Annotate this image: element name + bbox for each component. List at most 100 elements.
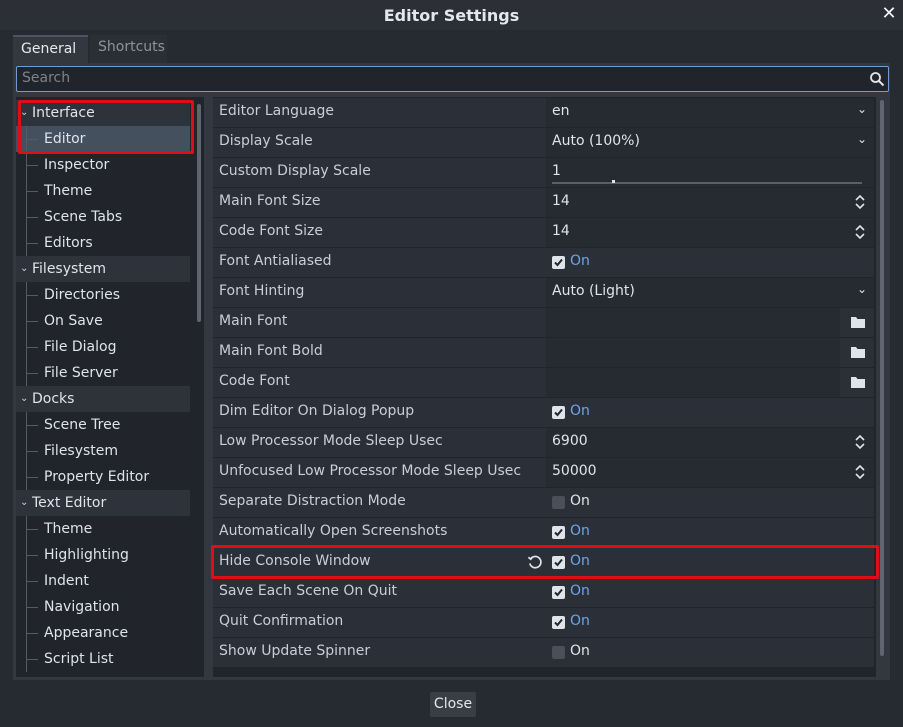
spinbox-low-processor-mode-sleep-usec[interactable]: 6900 (546, 428, 874, 457)
checkbox-automatically-open-screenshots[interactable]: On (546, 518, 874, 547)
property-label: Main Font Bold (219, 343, 323, 359)
checkbox-checked-icon[interactable] (552, 406, 565, 419)
tree-item-filesystem[interactable]: Filesystem (16, 438, 190, 464)
tree-item-file-server[interactable]: File Server (16, 360, 190, 386)
tree-section-filesystem[interactable]: ⌄ Filesystem (16, 256, 190, 282)
property-list: Editor Language en ⌄ Display Scale Auto (100… (213, 97, 876, 677)
properties-scrollbar[interactable] (880, 100, 884, 656)
property-value: Auto (Light) (552, 283, 635, 299)
tree-item-inspector[interactable]: Inspector (16, 152, 190, 178)
tab-shortcuts[interactable]: Shortcuts (90, 35, 167, 63)
tree-guide-line (26, 321, 38, 322)
tree-item-file-dialog[interactable]: File Dialog (16, 334, 190, 360)
tree-item-scene-tabs[interactable]: Scene Tabs (16, 204, 190, 230)
dropdown-editor-language[interactable]: en ⌄ (546, 98, 874, 127)
file-path-main-font-bold[interactable] (546, 338, 874, 367)
spinbox-main-font-size[interactable]: 14 (546, 188, 874, 217)
spin-arrows-icon[interactable] (854, 192, 866, 212)
folder-icon[interactable] (850, 314, 866, 330)
close-icon[interactable]: ✕ (878, 3, 900, 25)
tree-item-highlighting[interactable]: Highlighting (16, 542, 190, 568)
property-row-show-update-spinner: Show Update Spinner On (213, 638, 874, 667)
tree-item-theme[interactable]: Theme (16, 516, 190, 542)
checkbox-save-each-scene-on-quit[interactable]: On (546, 578, 874, 607)
dropdown-font-hinting[interactable]: Auto (Light) ⌄ (546, 278, 874, 307)
property-row-main-font-bold: Main Font Bold (213, 338, 874, 367)
property-label: Custom Display Scale (219, 163, 371, 179)
spinbox-unfocused-low-processor-mode-sleep-usec[interactable]: 50000 (546, 458, 874, 487)
chevron-down-icon: ⌄ (857, 282, 868, 296)
property-row-display-scale: Display Scale Auto (100%) ⌄ (213, 128, 874, 157)
tree-item-appearance[interactable]: Appearance (16, 620, 190, 646)
property-row-save-each-scene-on-quit: Save Each Scene On Quit On (213, 578, 874, 607)
tree-item-label: Directories (44, 287, 121, 303)
property-row-font-antialiased: Font Antialiased On (213, 248, 874, 277)
checkbox-label: On (570, 643, 590, 659)
folder-icon[interactable] (850, 374, 866, 390)
slider-track[interactable] (552, 182, 862, 184)
tree-item-property-editor[interactable]: Property Editor (16, 464, 190, 490)
search-input[interactable]: Search (16, 66, 889, 92)
title-bar: Editor Settings ✕ (0, 0, 903, 30)
file-path-code-font[interactable] (546, 368, 874, 397)
spinbox-code-font-size[interactable]: 14 (546, 218, 874, 247)
tree-item-label: File Server (44, 365, 118, 381)
spin-arrows-icon[interactable] (854, 462, 866, 482)
checkbox-checked-icon[interactable] (552, 616, 565, 629)
folder-icon[interactable] (850, 344, 866, 360)
tree-item-label: File Dialog (44, 339, 117, 355)
tab-general[interactable]: General (13, 35, 88, 63)
slider-grabber[interactable] (612, 180, 615, 183)
tree-item-scene-tree[interactable]: Scene Tree (16, 412, 190, 438)
close-button[interactable]: Close (430, 692, 476, 717)
checkbox-unchecked-icon[interactable] (552, 496, 565, 509)
property-label: Unfocused Low Processor Mode Sleep Usec (219, 463, 522, 479)
checkbox-checked-icon[interactable] (552, 256, 565, 269)
section-tree: ⌄ Interface Editor Inspector Theme Scene Tabs… (16, 97, 204, 677)
path-input[interactable] (546, 338, 840, 367)
property-label: Main Font Size (219, 193, 321, 209)
checkbox-font-antialiased[interactable]: On (546, 248, 874, 277)
property-label: Show Update Spinner (219, 643, 371, 659)
tree-section-text-editor[interactable]: ⌄ Text Editor (16, 490, 190, 516)
tree-item-label: Appearance (44, 625, 129, 641)
tree-item-label: Property Editor (44, 469, 150, 485)
property-row-dim-editor-on-dialog-popup: Dim Editor On Dialog Popup On (213, 398, 874, 427)
tree-item-script-list[interactable]: Script List (16, 646, 190, 672)
spin-arrows-icon[interactable] (854, 432, 866, 452)
checkbox-separate-distraction-mode[interactable]: On (546, 488, 874, 517)
tree-item-directories[interactable]: Directories (16, 282, 190, 308)
tree-item-editors[interactable]: Editors (16, 230, 190, 256)
checkbox-quit-confirmation[interactable]: On (546, 608, 874, 637)
tree-item-label: Theme (44, 521, 93, 537)
checkbox-unchecked-icon[interactable] (552, 646, 565, 659)
checkbox-checked-icon[interactable] (552, 526, 565, 539)
slider-custom-display-scale[interactable]: 1 (546, 158, 874, 187)
checkbox-show-update-spinner[interactable]: On (546, 638, 874, 667)
tree-item-indent[interactable]: Indent (16, 568, 190, 594)
editor-settings-window: Editor Settings ✕ General Shortcuts Sear… (0, 0, 903, 727)
property-value: 14 (552, 223, 570, 239)
dropdown-display-scale[interactable]: Auto (100%) ⌄ (546, 128, 874, 157)
chevron-down-icon[interactable]: ⌄ (20, 256, 28, 282)
tree-section-docks[interactable]: ⌄ Docks (16, 386, 190, 412)
checkmark-icon (554, 528, 563, 537)
checkbox-checked-icon[interactable] (552, 586, 565, 599)
property-row-separate-distraction-mode: Separate Distraction Mode On (213, 488, 874, 517)
spin-arrows-icon[interactable] (854, 222, 866, 242)
tree-item-on-save[interactable]: On Save (16, 308, 190, 334)
tree-item-theme[interactable]: Theme (16, 178, 190, 204)
checkmark-icon (554, 408, 563, 417)
tree-item-label: Indent (44, 573, 89, 589)
tree-scrollbar[interactable] (197, 104, 201, 322)
checkmark-icon (554, 588, 563, 597)
file-path-main-font[interactable] (546, 308, 874, 337)
tree-item-navigation[interactable]: Navigation (16, 594, 190, 620)
chevron-down-icon[interactable]: ⌄ (20, 386, 28, 412)
path-input[interactable] (546, 308, 840, 337)
path-input[interactable] (546, 368, 840, 397)
property-row-code-font-size: Code Font Size 14 (213, 218, 874, 247)
checkbox-dim-editor-on-dialog-popup[interactable]: On (546, 398, 874, 427)
checkbox-label: On (570, 253, 590, 269)
chevron-down-icon[interactable]: ⌄ (20, 490, 28, 516)
